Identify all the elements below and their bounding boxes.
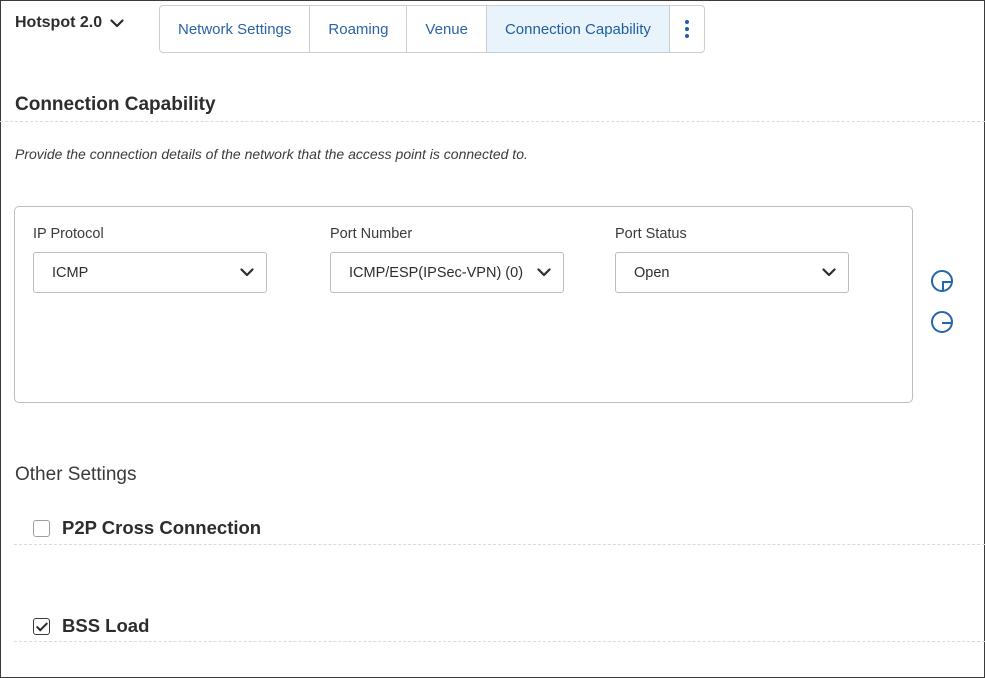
vertical-ellipsis-icon bbox=[684, 20, 689, 38]
tab-connection-capability[interactable]: Connection Capability bbox=[486, 6, 670, 52]
bss-load-label: BSS Load bbox=[62, 615, 150, 636]
bss-load-checkbox[interactable] bbox=[33, 617, 50, 635]
port-number-value: ICMP/ESP(IPSec-VPN) (0) bbox=[349, 264, 524, 281]
divider bbox=[14, 544, 985, 545]
p2p-cross-connection-option[interactable]: P2P Cross Connection bbox=[33, 517, 261, 539]
bss-load-option[interactable]: BSS Load bbox=[33, 615, 149, 637]
page-title: Connection Capability bbox=[15, 94, 216, 115]
chevron-down-icon bbox=[822, 268, 836, 277]
port-status-value: Open bbox=[634, 264, 670, 281]
remove-row-button[interactable] bbox=[931, 311, 953, 333]
chevron-down-icon bbox=[537, 268, 551, 277]
divider bbox=[14, 641, 985, 642]
section-description: Provide the connection details of the ne… bbox=[15, 146, 528, 162]
chevron-down-icon bbox=[240, 268, 254, 277]
chevron-down-icon bbox=[110, 18, 124, 28]
add-row-button[interactable] bbox=[931, 270, 953, 292]
tab-bar: Network Settings Roaming Venue Connectio… bbox=[159, 5, 705, 53]
port-status-label: Port Status bbox=[615, 226, 687, 242]
ip-protocol-value: ICMP bbox=[52, 264, 89, 281]
ip-protocol-select[interactable]: ICMP bbox=[33, 252, 267, 293]
tab-network-settings[interactable]: Network Settings bbox=[160, 6, 311, 52]
connection-capability-row-box bbox=[14, 206, 913, 403]
ip-protocol-label: IP Protocol bbox=[33, 226, 104, 242]
hotspot-section-dropdown[interactable]: Hotspot 2.0 bbox=[15, 14, 124, 32]
port-number-label: Port Number bbox=[330, 226, 413, 242]
tab-roaming[interactable]: Roaming bbox=[310, 6, 408, 52]
port-status-select[interactable]: Open bbox=[615, 252, 849, 293]
other-settings-title: Other Settings bbox=[15, 464, 137, 485]
p2p-cross-connection-label: P2P Cross Connection bbox=[62, 517, 262, 538]
section-divider bbox=[0, 121, 985, 122]
hotspot-section-label: Hotspot 2.0 bbox=[15, 14, 103, 31]
more-tabs-button[interactable] bbox=[670, 6, 704, 52]
p2p-cross-connection-checkbox[interactable] bbox=[33, 519, 50, 537]
tab-venue[interactable]: Venue bbox=[407, 6, 487, 52]
port-number-select[interactable]: ICMP/ESP(IPSec-VPN) (0) bbox=[330, 252, 564, 293]
